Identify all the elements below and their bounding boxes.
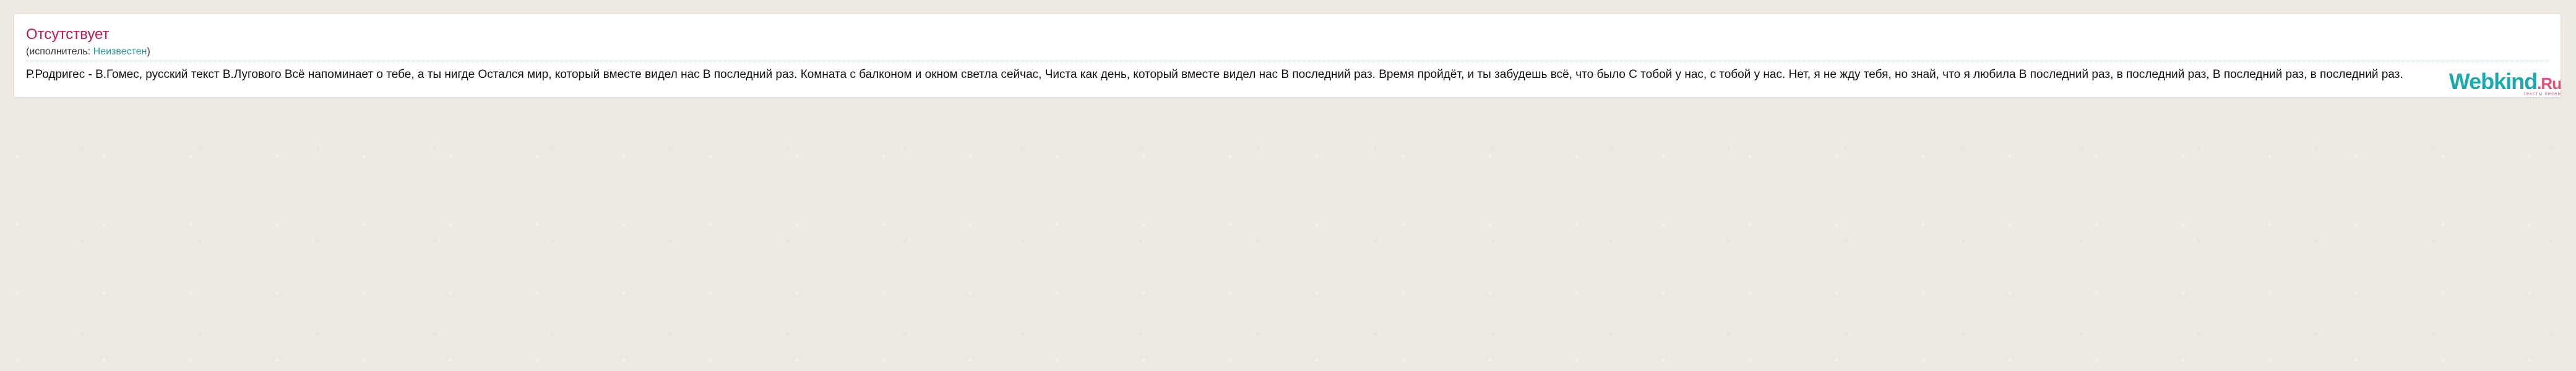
lyrics-text: Р.Родригес - В.Гомес, русский текст В.Лу… [26, 68, 2403, 81]
song-title: Отсутствует [26, 26, 110, 43]
performer-link[interactable]: Неизвестен [93, 46, 147, 57]
logo-brand-suffix: .Ru [2537, 74, 2562, 93]
logo-brand: Webkind.Ru [2449, 69, 2562, 94]
site-logo[interactable]: Webkind.Ru тексты песен [2449, 69, 2562, 96]
performer-suffix: ) [147, 46, 150, 57]
logo-brand-name: Webkind [2449, 69, 2538, 94]
song-panel: Отсутствует (исполнитель: Неизвестен) Р.… [14, 14, 2561, 98]
performer-line: (исполнитель: Неизвестен) [26, 46, 150, 58]
performer-prefix: (исполнитель: [26, 46, 93, 57]
